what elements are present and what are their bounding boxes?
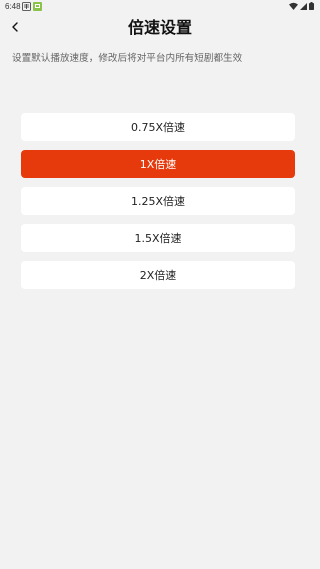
speed-hint-text: 设置默认播放速度，修改后将对平台内所有短剧都生效 <box>12 53 243 64</box>
speed-option-1-5x[interactable]: 1.5X倍速 <box>21 224 295 252</box>
battery-icon <box>309 2 314 10</box>
speed-option-label: 1.25X倍速 <box>130 195 186 208</box>
header: 倍速设置 <box>0 14 320 42</box>
speed-option-list: 0.75X倍速 1X倍速 1.25X倍速 1.5X倍速 2X倍速 <box>21 113 295 298</box>
speed-option-0-75x[interactable]: 0.75X倍速 <box>21 113 295 141</box>
page-title: 倍速设置 <box>127 18 192 37</box>
speed-option-label: 2X倍速 <box>139 269 177 282</box>
speed-option-2x[interactable]: 2X倍速 <box>21 261 295 289</box>
speed-option-label: 0.75X倍速 <box>130 121 186 134</box>
notification-app-icon-green <box>33 2 42 11</box>
speed-option-label: 1.5X倍速 <box>134 232 182 245</box>
speed-option-label: 1X倍速 <box>139 158 177 171</box>
signal-icon <box>300 2 307 10</box>
wifi-icon <box>289 2 298 10</box>
status-bar: 6:48 <box>0 0 320 14</box>
status-indicators <box>289 2 314 10</box>
notification-app-icon <box>22 2 31 13</box>
speed-option-1-25x[interactable]: 1.25X倍速 <box>21 187 295 215</box>
speed-option-1x[interactable]: 1X倍速 <box>21 150 295 178</box>
status-time: 6:48 <box>5 2 21 11</box>
